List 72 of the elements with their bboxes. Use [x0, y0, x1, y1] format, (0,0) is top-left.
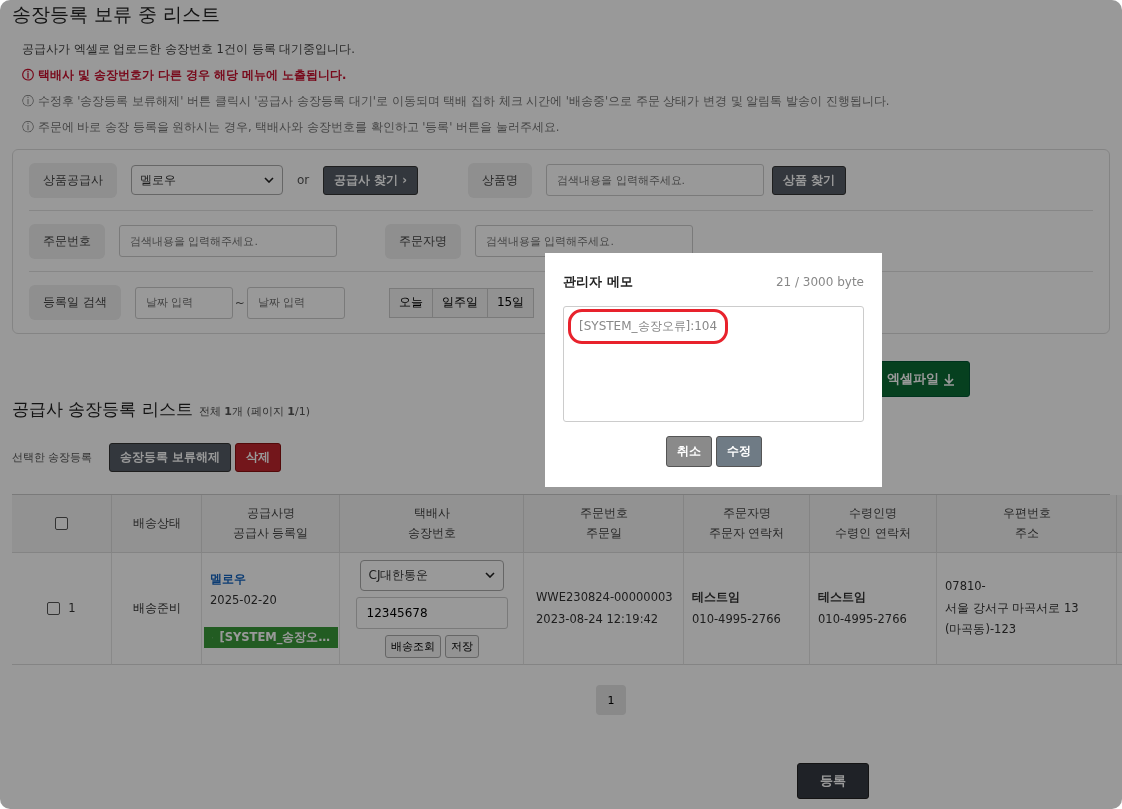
notice-text: ⓘ 주문에 바로 송장 등록을 원하시는 경우, 택배사와 송장번호를 확인하고 '등록' 버튼을 눌러주세요.: [22, 120, 561, 135]
register-button[interactable]: 등록: [797, 763, 869, 799]
page-button[interactable]: 1: [596, 685, 626, 715]
receiver-name: 테스트임: [818, 588, 866, 606]
field-label: 주문자명: [385, 223, 461, 259]
selected-label: 선택한 송장등록: [12, 450, 93, 465]
status-text: 배송준비: [132, 599, 181, 617]
list-summary: 전체 1개 (페이지 1/1): [198, 404, 310, 419]
chevron-down-icon: [264, 177, 274, 183]
dialog-title: 관리자 메모: [563, 273, 633, 291]
byte-counter: 21 / 3000 byte: [775, 275, 864, 289]
orderer-name: 테스트임: [692, 588, 740, 606]
row-number: 1: [68, 599, 76, 617]
delete-button[interactable]: 삭제: [234, 443, 281, 472]
supplier-link[interactable]: 멜로우: [210, 569, 246, 590]
release-hold-button[interactable]: 송장등록 보류해제: [108, 443, 231, 472]
column-header: 송장번호: [407, 524, 456, 542]
cancel-button[interactable]: 취소: [665, 436, 712, 467]
field-label: 상품공급사: [29, 162, 117, 198]
column-header: 주문자 연락처: [708, 524, 785, 542]
period-button[interactable]: 오늘: [388, 287, 433, 318]
column-header: 주소: [1014, 524, 1039, 542]
period-button[interactable]: 일주일: [431, 287, 488, 318]
tilde-text: ~: [234, 295, 245, 310]
zip-code: 07810-: [945, 578, 986, 596]
column-header: 공급사 등록일: [232, 524, 309, 542]
period-button[interactable]: 15일: [486, 287, 535, 318]
or-text: or: [297, 173, 310, 187]
column-header: 택배사: [413, 505, 450, 523]
column-header: 수령인 연락처: [835, 524, 911, 542]
find-product-button[interactable]: 상품 찾기: [772, 165, 847, 195]
page-title: 송장등록 보류 중 리스트: [12, 2, 222, 27]
edit-button[interactable]: 수정: [715, 436, 762, 467]
list-title: 공급사 송장등록 리스트: [12, 398, 193, 421]
field-label: 주문번호: [29, 223, 105, 259]
product-search-field[interactable]: 검색내용을 입력해주세요.: [546, 164, 765, 196]
memo-field[interactable]: [SYSTEM_송장오류]:104: [563, 306, 864, 422]
notice-text: 공급사가 엑셀로 업로드한 송장번호 1건이 등록 대기중입니다.: [22, 42, 356, 57]
phone-text: 010-4995-2766: [692, 610, 781, 628]
memo-text: [SYSTEM_송장오류]:104: [568, 309, 729, 344]
orderer-field[interactable]: 검색내용을 입력해주세요.: [475, 225, 693, 257]
order-number: WWE230824-00000003: [536, 588, 673, 606]
phone-text: 010-4995-2766: [818, 610, 907, 628]
date-field[interactable]: 날짜 입력: [246, 286, 345, 319]
field-label: 상품명: [468, 162, 533, 198]
column-header: 주문자명: [722, 505, 771, 523]
date-field[interactable]: 날짜 입력: [134, 286, 233, 319]
date-text: 2025-02-20: [210, 592, 277, 610]
column-header: 배송상태: [132, 514, 181, 532]
find-supplier-button[interactable]: 공급사 찾기 ›: [323, 165, 419, 195]
courier-select[interactable]: CJ대한통운: [359, 559, 504, 591]
order-number-field[interactable]: 검색내용을 입력해주세요.: [119, 225, 337, 257]
column-header: 수령인명: [849, 505, 897, 523]
invoice-field[interactable]: 12345678: [355, 596, 508, 629]
column-header: 주문번호: [579, 505, 628, 523]
chevron-down-icon: [484, 572, 495, 578]
supplier-select[interactable]: 멜로우: [131, 165, 283, 195]
download-icon: [943, 372, 955, 386]
order-date: 2023-08-24 12:19:42: [536, 610, 659, 628]
checkbox[interactable]: [47, 602, 61, 615]
notice-text: ⓘ 택배사 및 송장번호가 다른 경우 해당 메뉴에 노출됩니다.: [22, 68, 348, 83]
field-label: 등록일 검색: [29, 285, 121, 320]
address-text: (마곡동)-123: [945, 621, 1017, 639]
checkbox[interactable]: [55, 517, 68, 530]
memo-button[interactable]: [SYSTEM_송장오…: [204, 626, 338, 648]
column-header: 주문일: [585, 524, 622, 542]
column-header: 공급사명: [246, 505, 295, 523]
save-button[interactable]: 저장: [444, 634, 479, 658]
notice-text: ⓘ 수정후 '송장등록 보류해제' 버튼 클릭시 '공급사 송장등록 대기'로 이동되며 택배 집하 체크 시간에 '배송중'으로 주문 상태가 변경 및 알림톡 발송이 진행됩니다.: [22, 94, 891, 109]
address-text: 서울 강서구 마곡서로 13: [945, 599, 1079, 617]
track-button[interactable]: 배송조회: [384, 634, 441, 658]
column-header: 우편번호: [1002, 505, 1051, 523]
